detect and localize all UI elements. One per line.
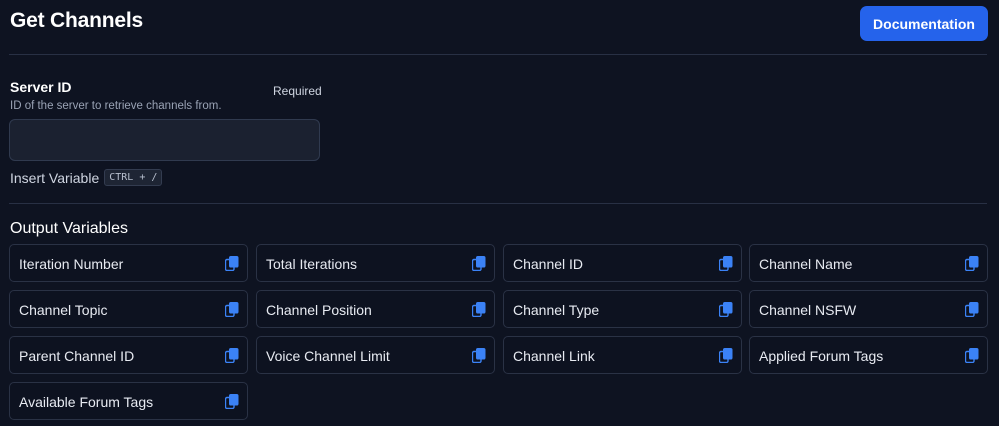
header-divider	[9, 54, 987, 55]
output-variable-card[interactable]: Channel Link	[503, 336, 742, 374]
output-variables-title: Output Variables	[10, 220, 128, 237]
copy-icon[interactable]	[472, 348, 486, 363]
required-indicator: Required	[273, 84, 322, 98]
section-divider	[9, 203, 987, 204]
insert-variable[interactable]: Insert Variable CTRL + /	[10, 169, 163, 186]
copy-icon[interactable]	[225, 394, 239, 409]
header: Get Channels Documentation	[0, 0, 999, 54]
output-variable-name: Channel Position	[266, 302, 372, 318]
output-variable-name: Channel Type	[513, 302, 600, 318]
output-variable-card[interactable]: Channel ID	[503, 244, 742, 282]
copy-icon[interactable]	[472, 302, 486, 317]
output-variable-name: Voice Channel Limit	[266, 348, 390, 364]
copy-icon[interactable]	[965, 348, 979, 363]
output-variable-name: Available Forum Tags	[19, 394, 154, 410]
server-id-input[interactable]	[9, 119, 320, 161]
output-variable-card[interactable]: Channel Name	[749, 244, 988, 282]
output-variable-name: Total Iterations	[266, 256, 358, 272]
output-variable-card[interactable]: Channel Topic	[9, 290, 248, 328]
copy-icon[interactable]	[225, 348, 239, 363]
copy-icon[interactable]	[965, 302, 979, 317]
copy-icon[interactable]	[225, 256, 239, 271]
copy-icon[interactable]	[719, 256, 733, 271]
output-variable-card[interactable]: Parent Channel ID	[9, 336, 248, 374]
output-variable-name: Iteration Number	[19, 256, 124, 272]
output-variable-card[interactable]: Total Iterations	[256, 244, 495, 282]
copy-icon[interactable]	[719, 348, 733, 363]
output-variable-card[interactable]: Iteration Number	[9, 244, 248, 282]
output-variable-name: Channel ID	[513, 256, 584, 272]
copy-icon[interactable]	[472, 256, 486, 271]
output-variable-name: Channel Link	[513, 348, 595, 364]
copy-icon[interactable]	[965, 256, 979, 271]
output-variable-card[interactable]: Channel Type	[503, 290, 742, 328]
server-id-label: Server ID	[10, 79, 72, 95]
server-id-description: ID of the server to retrieve channels fr…	[10, 100, 222, 112]
output-variable-name: Parent Channel ID	[19, 348, 135, 364]
documentation-button[interactable]: Documentation	[860, 6, 988, 41]
output-variable-name: Applied Forum Tags	[759, 348, 884, 364]
output-variable-card[interactable]: Available Forum Tags	[9, 382, 248, 420]
output-variable-name: Channel Name	[759, 256, 853, 272]
output-variable-card[interactable]: Channel NSFW	[749, 290, 988, 328]
copy-icon[interactable]	[225, 302, 239, 317]
output-variable-name: Channel Topic	[19, 302, 108, 318]
page-title: Get Channels	[10, 9, 143, 32]
output-variable-card[interactable]: Voice Channel Limit	[256, 336, 495, 374]
output-variable-name: Channel NSFW	[759, 302, 857, 318]
output-variable-card[interactable]: Applied Forum Tags	[749, 336, 988, 374]
copy-icon[interactable]	[719, 302, 733, 317]
insert-variable-label[interactable]: Insert Variable	[10, 170, 99, 186]
insert-variable-shortcut: CTRL + /	[104, 169, 163, 186]
output-variable-card[interactable]: Channel Position	[256, 290, 495, 328]
